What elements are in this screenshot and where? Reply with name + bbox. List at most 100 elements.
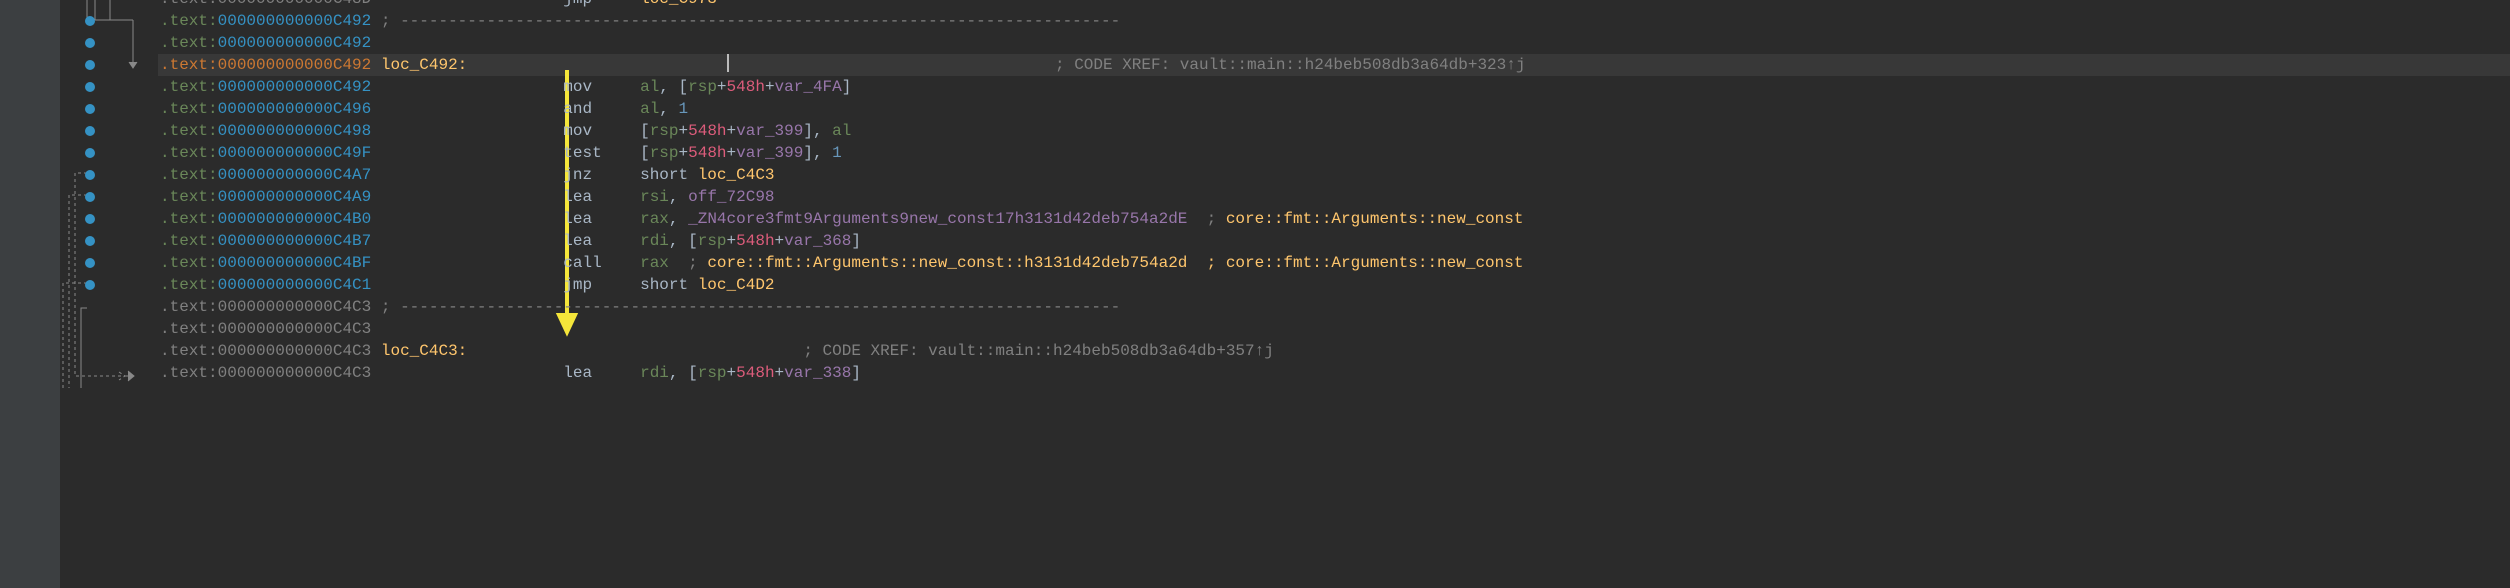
segment-name: .text	[160, 342, 208, 360]
disasm-row[interactable]: .text:000000000000C4A7 jnz short loc_C4C…	[160, 164, 2510, 186]
segment-name: .text	[160, 122, 208, 140]
operand: ],	[803, 144, 832, 162]
breakpoint-indicator-icon[interactable]	[85, 214, 95, 224]
disasm-row[interactable]: .text:000000000000C4C3 ; ---------------…	[160, 296, 2510, 318]
operand: , [	[669, 232, 698, 250]
operand: al	[640, 78, 659, 96]
disasm-row[interactable]: .text:000000000000C496 and al, 1	[160, 98, 2510, 120]
disasm-row[interactable]: .text:000000000000C4B0 lea rax, _ZN4core…	[160, 208, 2510, 230]
segment-name: .text	[160, 166, 208, 184]
disasm-row[interactable]: .text:000000000000C4BF call rax ; core::…	[160, 252, 2510, 274]
disasm-row[interactable]: .text:000000000000C492 loc_C492: ; CODE …	[160, 54, 2510, 76]
operand: short	[640, 166, 698, 184]
disasm-row[interactable]: .text:000000000000C48D jmp loc_C973	[160, 0, 2510, 10]
segment-name: .text	[160, 188, 208, 206]
breakpoint-indicator-icon[interactable]	[85, 38, 95, 48]
operand: ]	[851, 232, 861, 250]
mnemonic: mov	[563, 78, 640, 96]
disasm-row[interactable]: .text:000000000000C4C3	[160, 318, 2510, 340]
mnemonic: mov	[563, 122, 640, 140]
disasm-row[interactable]: .text:000000000000C492 ; ---------------…	[160, 10, 2510, 32]
address: 000000000000C49F	[218, 144, 372, 162]
operand: rsp	[650, 144, 679, 162]
operand: rdi	[640, 232, 669, 250]
separator-comment: ; --------------------------------------…	[381, 12, 1120, 30]
breakpoint-indicator-icon[interactable]	[85, 60, 95, 70]
inline-comment: ; CODE XREF: vault::main::h24beb508db3a6…	[803, 342, 1273, 360]
address: 000000000000C492	[218, 12, 372, 30]
breakpoint-indicator-icon[interactable]	[85, 104, 95, 114]
segment-name: .text	[160, 56, 208, 74]
operand: var_399	[736, 122, 803, 140]
address: 000000000000C4BF	[218, 254, 372, 272]
segment-name: .text	[160, 144, 208, 162]
code-label: loc_C492:	[381, 56, 467, 74]
disasm-row[interactable]: .text:000000000000C49F test [rsp+548h+va…	[160, 142, 2510, 164]
editor-gutter	[0, 0, 60, 588]
disassembly-listing[interactable]: .text:000000000000C48D jmp loc_C973.text…	[160, 0, 2510, 576]
disasm-row[interactable]: .text:000000000000C492	[160, 32, 2510, 54]
operand: var_368	[784, 232, 851, 250]
address: 000000000000C4C3	[218, 320, 372, 338]
operand: loc_C4C3	[698, 166, 775, 184]
operand: , [	[669, 364, 698, 382]
operand: +	[775, 232, 785, 250]
operand: 1	[679, 100, 689, 118]
breakpoint-indicator-icon[interactable]	[85, 170, 95, 180]
mnemonic: and	[563, 100, 640, 118]
mnemonic: jmp	[563, 0, 640, 8]
inline-comment: ; CODE XREF: vault::main::h24beb508db3a6…	[1055, 56, 1525, 74]
disasm-row[interactable]: .text:000000000000C4B7 lea rdi, [rsp+548…	[160, 230, 2510, 252]
text-cursor	[727, 54, 729, 72]
disasm-row[interactable]: .text:000000000000C4C1 jmp short loc_C4D…	[160, 274, 2510, 296]
address: 000000000000C48D	[218, 0, 372, 8]
mnemonic: test	[563, 144, 640, 162]
operand: rax	[640, 210, 669, 228]
operand: 548h	[727, 78, 765, 96]
operand: rsp	[698, 232, 727, 250]
operand: 548h	[688, 122, 726, 140]
operand: short	[640, 276, 698, 294]
operand: +	[775, 364, 785, 382]
operand: [	[640, 144, 650, 162]
operand: +	[717, 78, 727, 96]
operand: ,	[669, 210, 688, 228]
segment-name: .text	[160, 320, 208, 338]
segment-name: .text	[160, 12, 208, 30]
operand: rdi	[640, 364, 669, 382]
breakpoint-indicator-icon[interactable]	[85, 126, 95, 136]
disasm-row[interactable]: .text:000000000000C4C3 lea rdi, [rsp+548…	[160, 362, 2510, 384]
address: 000000000000C492	[218, 78, 372, 96]
breakpoint-column[interactable]	[60, 0, 160, 588]
operand: ]	[842, 78, 852, 96]
breakpoint-indicator-icon[interactable]	[85, 16, 95, 26]
operand: loc_C973	[640, 0, 717, 8]
mnemonic: lea	[563, 210, 640, 228]
operand: _ZN4core3fmt9Arguments9new_const17h3131d…	[688, 210, 1187, 228]
operand: [	[640, 122, 650, 140]
operand: , [	[659, 78, 688, 96]
breakpoint-indicator-icon[interactable]	[85, 280, 95, 290]
operand: +	[679, 122, 689, 140]
disasm-row[interactable]: .text:000000000000C492 mov al, [rsp+548h…	[160, 76, 2510, 98]
breakpoint-indicator-icon[interactable]	[85, 148, 95, 158]
operand: 548h	[736, 364, 774, 382]
operand: off_72C98	[688, 188, 774, 206]
disasm-row[interactable]: .text:000000000000C4C3 loc_C4C3: ; CODE …	[160, 340, 2510, 362]
code-label: loc_C4C3:	[381, 342, 467, 360]
breakpoint-indicator-icon[interactable]	[85, 192, 95, 202]
address: 000000000000C4A7	[218, 166, 372, 184]
segment-name: .text	[160, 254, 208, 272]
disasm-row[interactable]: .text:000000000000C498 mov [rsp+548h+var…	[160, 120, 2510, 142]
operand: +	[679, 144, 689, 162]
operand: 548h	[736, 232, 774, 250]
operand: loc_C4D2	[698, 276, 775, 294]
operand: rsi	[640, 188, 669, 206]
segment-name: .text	[160, 276, 208, 294]
breakpoint-indicator-icon[interactable]	[85, 236, 95, 246]
breakpoint-indicator-icon[interactable]	[85, 258, 95, 268]
breakpoint-indicator-icon[interactable]	[85, 82, 95, 92]
operand: ]	[851, 364, 861, 382]
disasm-row[interactable]: .text:000000000000C4A9 lea rsi, off_72C9…	[160, 186, 2510, 208]
operand: var_399	[736, 144, 803, 162]
